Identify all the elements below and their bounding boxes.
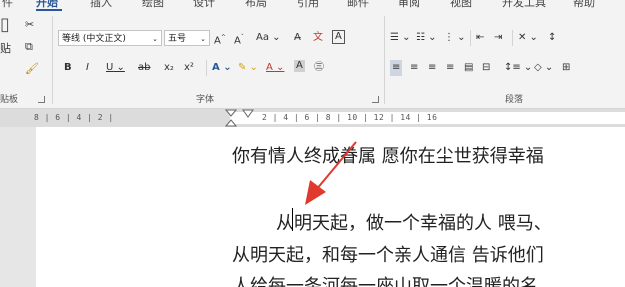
red-arrow-icon	[305, 141, 357, 205]
